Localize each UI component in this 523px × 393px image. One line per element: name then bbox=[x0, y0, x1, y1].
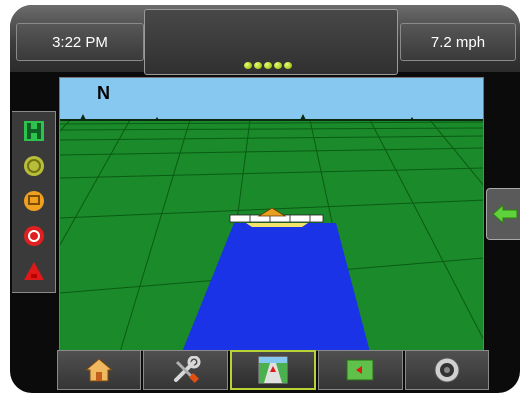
home-icon bbox=[85, 358, 114, 382]
boom-status-icon[interactable] bbox=[20, 188, 48, 214]
lightbar-led bbox=[254, 62, 262, 69]
display-console: 3:22 PM 7.2 mph N bbox=[10, 5, 520, 393]
lightbar-led bbox=[264, 62, 272, 69]
guidance-view-button[interactable] bbox=[229, 350, 317, 390]
camera-icon bbox=[434, 357, 460, 383]
open-panel-tab[interactable] bbox=[486, 188, 520, 240]
guidance-3d-view[interactable]: N bbox=[59, 77, 484, 351]
field-view-icon bbox=[346, 359, 374, 381]
master-switch-icon[interactable] bbox=[20, 223, 48, 249]
speed-box: 7.2 mph bbox=[400, 23, 516, 61]
tools-icon bbox=[173, 356, 201, 383]
gnss-status-icon[interactable] bbox=[20, 153, 48, 179]
field-view-button[interactable] bbox=[318, 350, 403, 390]
speed-readout: 7.2 mph bbox=[430, 33, 486, 51]
guidance-scene-graphic bbox=[60, 78, 483, 350]
clock-readout: 3:22 PM bbox=[52, 33, 108, 51]
time-box: 3:22 PM bbox=[16, 23, 144, 61]
tools-button[interactable] bbox=[143, 350, 228, 390]
guidance-view-icon bbox=[258, 356, 288, 384]
lightbar-led bbox=[274, 62, 282, 69]
camera-button[interactable] bbox=[404, 350, 490, 390]
lightbar-leds bbox=[244, 62, 292, 69]
green-left-arrow-icon bbox=[491, 203, 517, 225]
guidance-mode-icon[interactable] bbox=[20, 118, 48, 144]
sky bbox=[60, 78, 483, 120]
lightbar-led bbox=[244, 62, 252, 69]
lightbar-led bbox=[284, 62, 292, 69]
left-status-panel bbox=[12, 111, 56, 293]
bottom-navigation-bar bbox=[57, 350, 490, 393]
vehicle-marker-icon[interactable] bbox=[20, 258, 48, 284]
heading-indicator: N bbox=[97, 83, 110, 103]
home-button[interactable] bbox=[57, 350, 142, 390]
guidance-lightbar bbox=[144, 9, 398, 75]
